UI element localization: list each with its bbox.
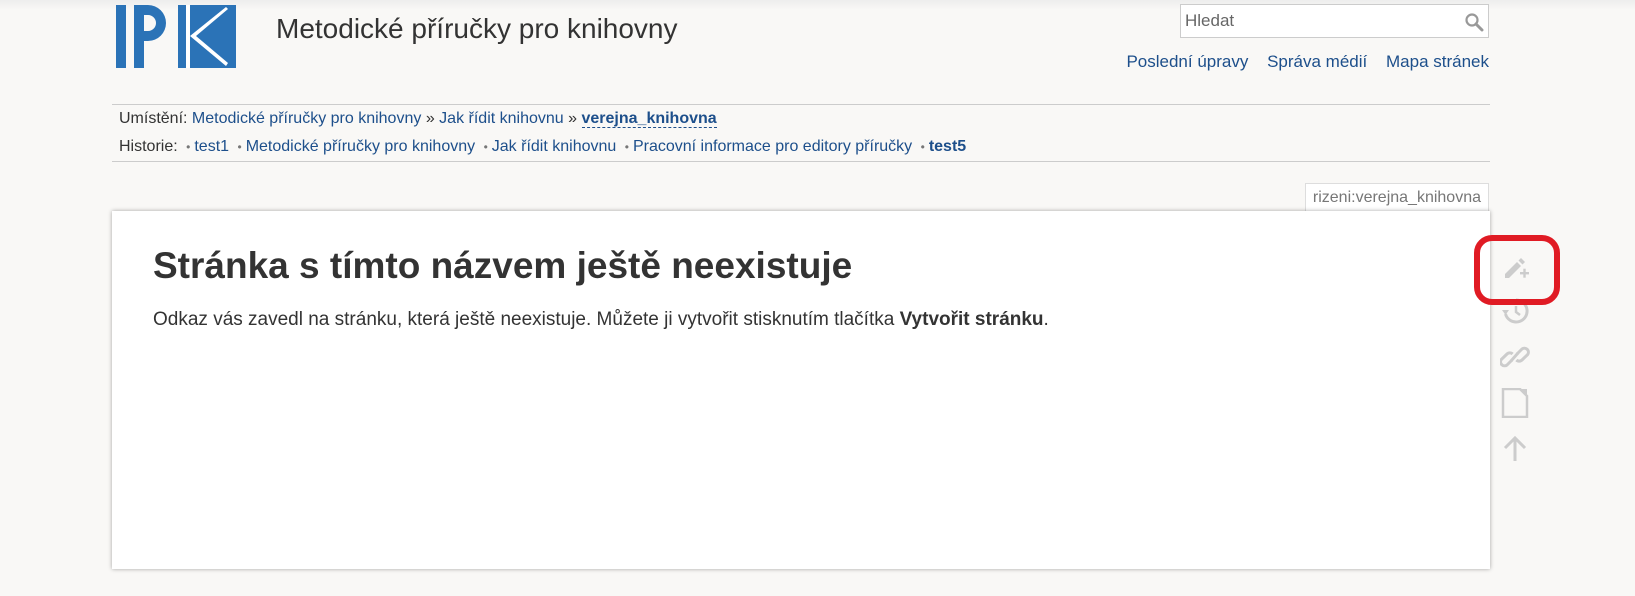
bullet: •	[920, 140, 925, 154]
sitemap-link[interactable]: Mapa stránek	[1386, 52, 1489, 71]
history-item[interactable]: Metodické příručky pro knihovny	[246, 138, 475, 155]
highlight-annotation	[1474, 235, 1560, 305]
history-item[interactable]: test1	[194, 138, 229, 155]
history-current[interactable]: test5	[929, 138, 966, 155]
history-item[interactable]: Jak řídit knihovnu	[492, 138, 617, 155]
divider-top	[112, 104, 1490, 105]
media-manager-link[interactable]: Správa médií	[1267, 52, 1367, 71]
breadcrumb-separator: »	[425, 110, 435, 127]
site-title[interactable]: Metodické příručky pro knihovny	[276, 13, 678, 45]
breadcrumb-item[interactable]: Metodické příručky pro knihovny	[192, 110, 421, 127]
recent-changes-link[interactable]: Poslední úpravy	[1126, 52, 1248, 71]
page-message: Odkaz vás zavedl na stránku, která ještě…	[153, 309, 1049, 331]
message-end: .	[1043, 309, 1049, 330]
bullet: •	[237, 140, 242, 154]
bullet: •	[186, 140, 191, 154]
ipk-logo[interactable]	[116, 5, 238, 71]
ipk-logo-icon	[116, 5, 236, 68]
history-label: Historie:	[119, 138, 178, 155]
search-box	[1180, 4, 1489, 38]
breadcrumb-separator: »	[568, 110, 578, 127]
history-trace: Historie: • test1 • Metodické příručky pro…	[119, 138, 966, 156]
media-file-icon[interactable]	[1500, 387, 1530, 419]
site-tools: Poslední úpravy Správa médií Mapa stráne…	[1112, 52, 1489, 72]
breadcrumb-label: Umístění:	[119, 110, 188, 127]
history-item[interactable]: Pracovní informace pro editory příručky	[633, 138, 912, 155]
message-strong: Vytvořit stránku	[899, 309, 1044, 330]
page-content: Stránka s tímto názvem ještě neexistuje …	[112, 211, 1490, 569]
page-id: rizeni:verejna_knihovna	[1304, 183, 1489, 212]
page-title: Stránka s tímto názvem ještě neexistuje	[153, 245, 853, 286]
bullet: •	[483, 140, 488, 154]
breadcrumb: Umístění: Metodické příručky pro knihovn…	[119, 110, 717, 128]
breadcrumb-item[interactable]: Jak řídit knihovnu	[439, 110, 564, 127]
backlinks-icon[interactable]	[1499, 342, 1530, 372]
breadcrumb-current[interactable]: verejna_knihovna	[581, 110, 717, 128]
message-text: Odkaz vás zavedl na stránku, která ještě…	[153, 309, 900, 330]
bullet: •	[624, 140, 629, 154]
search-icon[interactable]	[1464, 12, 1484, 32]
search-input[interactable]	[1181, 5, 1455, 37]
back-to-top-icon[interactable]	[1500, 434, 1530, 464]
divider-bottom	[112, 161, 1490, 162]
